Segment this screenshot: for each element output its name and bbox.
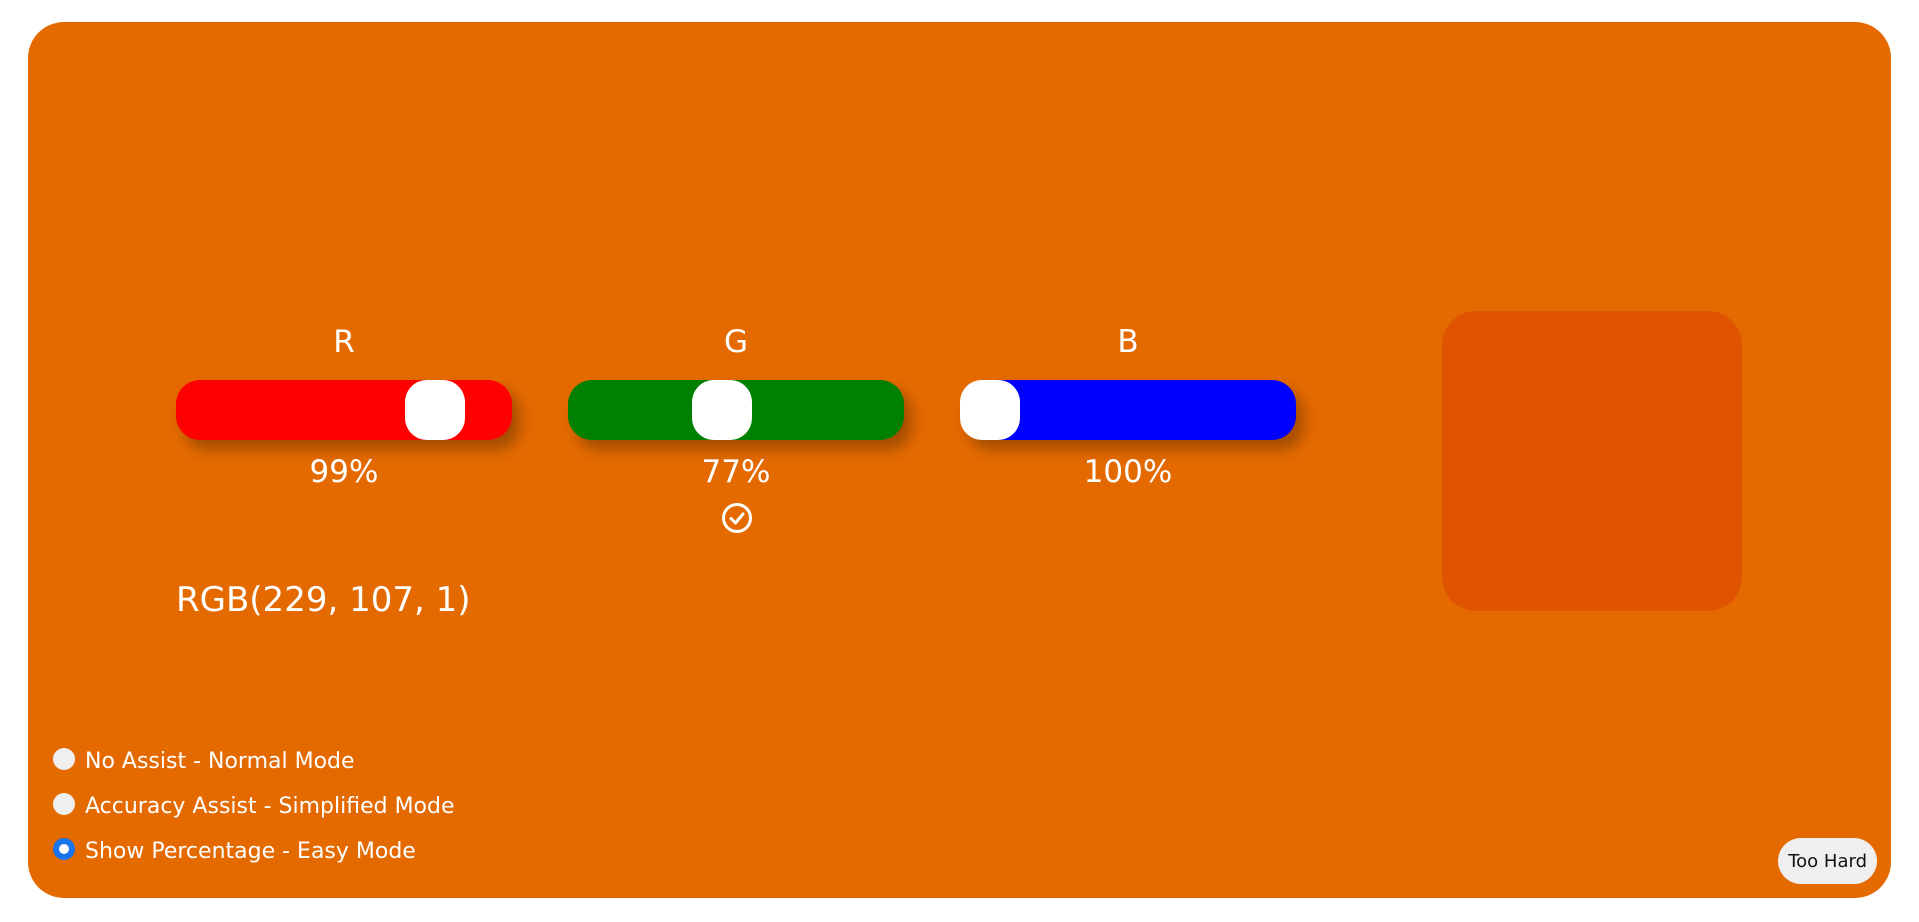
red-percent: 99% <box>309 454 379 490</box>
target-color-swatch <box>1442 311 1742 611</box>
blue-percent: 100% <box>1083 454 1173 490</box>
green-slider-group: G 77% <box>568 322 904 533</box>
blue-slider-label: B <box>1117 324 1139 360</box>
mode-label-normal: No Assist - Normal Mode <box>85 749 355 774</box>
mode-option-simplified[interactable]: Accuracy Assist - Simplified Mode <box>53 792 455 822</box>
too-hard-button[interactable]: Too Hard <box>1778 838 1877 884</box>
radio-easy[interactable] <box>53 838 75 860</box>
green-slider-label: G <box>723 324 749 360</box>
red-slider-thumb[interactable] <box>405 380 465 440</box>
mode-label-easy: Show Percentage - Easy Mode <box>85 839 416 864</box>
game-panel: R 99% G 77% B 100% RGB(229, 107, 1) No A… <box>28 22 1891 898</box>
check-circle-icon <box>722 503 752 533</box>
rgb-readout: RGB(229, 107, 1) <box>176 580 471 620</box>
mode-option-normal[interactable]: No Assist - Normal Mode <box>53 747 355 777</box>
green-slider-track[interactable] <box>568 380 904 440</box>
radio-simplified[interactable] <box>53 793 75 815</box>
blue-slider-thumb[interactable] <box>960 380 1020 440</box>
green-percent: 77% <box>701 454 771 490</box>
mode-label-simplified: Accuracy Assist - Simplified Mode <box>85 794 455 819</box>
green-slider-thumb[interactable] <box>692 380 752 440</box>
radio-normal[interactable] <box>53 748 75 770</box>
red-slider-track[interactable] <box>176 380 512 440</box>
mode-option-easy[interactable]: Show Percentage - Easy Mode <box>53 837 416 867</box>
blue-slider-group: B 100% <box>960 322 1296 522</box>
red-slider-group: R 99% <box>176 322 512 522</box>
red-slider-label: R <box>333 324 355 360</box>
blue-slider-track[interactable] <box>960 380 1296 440</box>
